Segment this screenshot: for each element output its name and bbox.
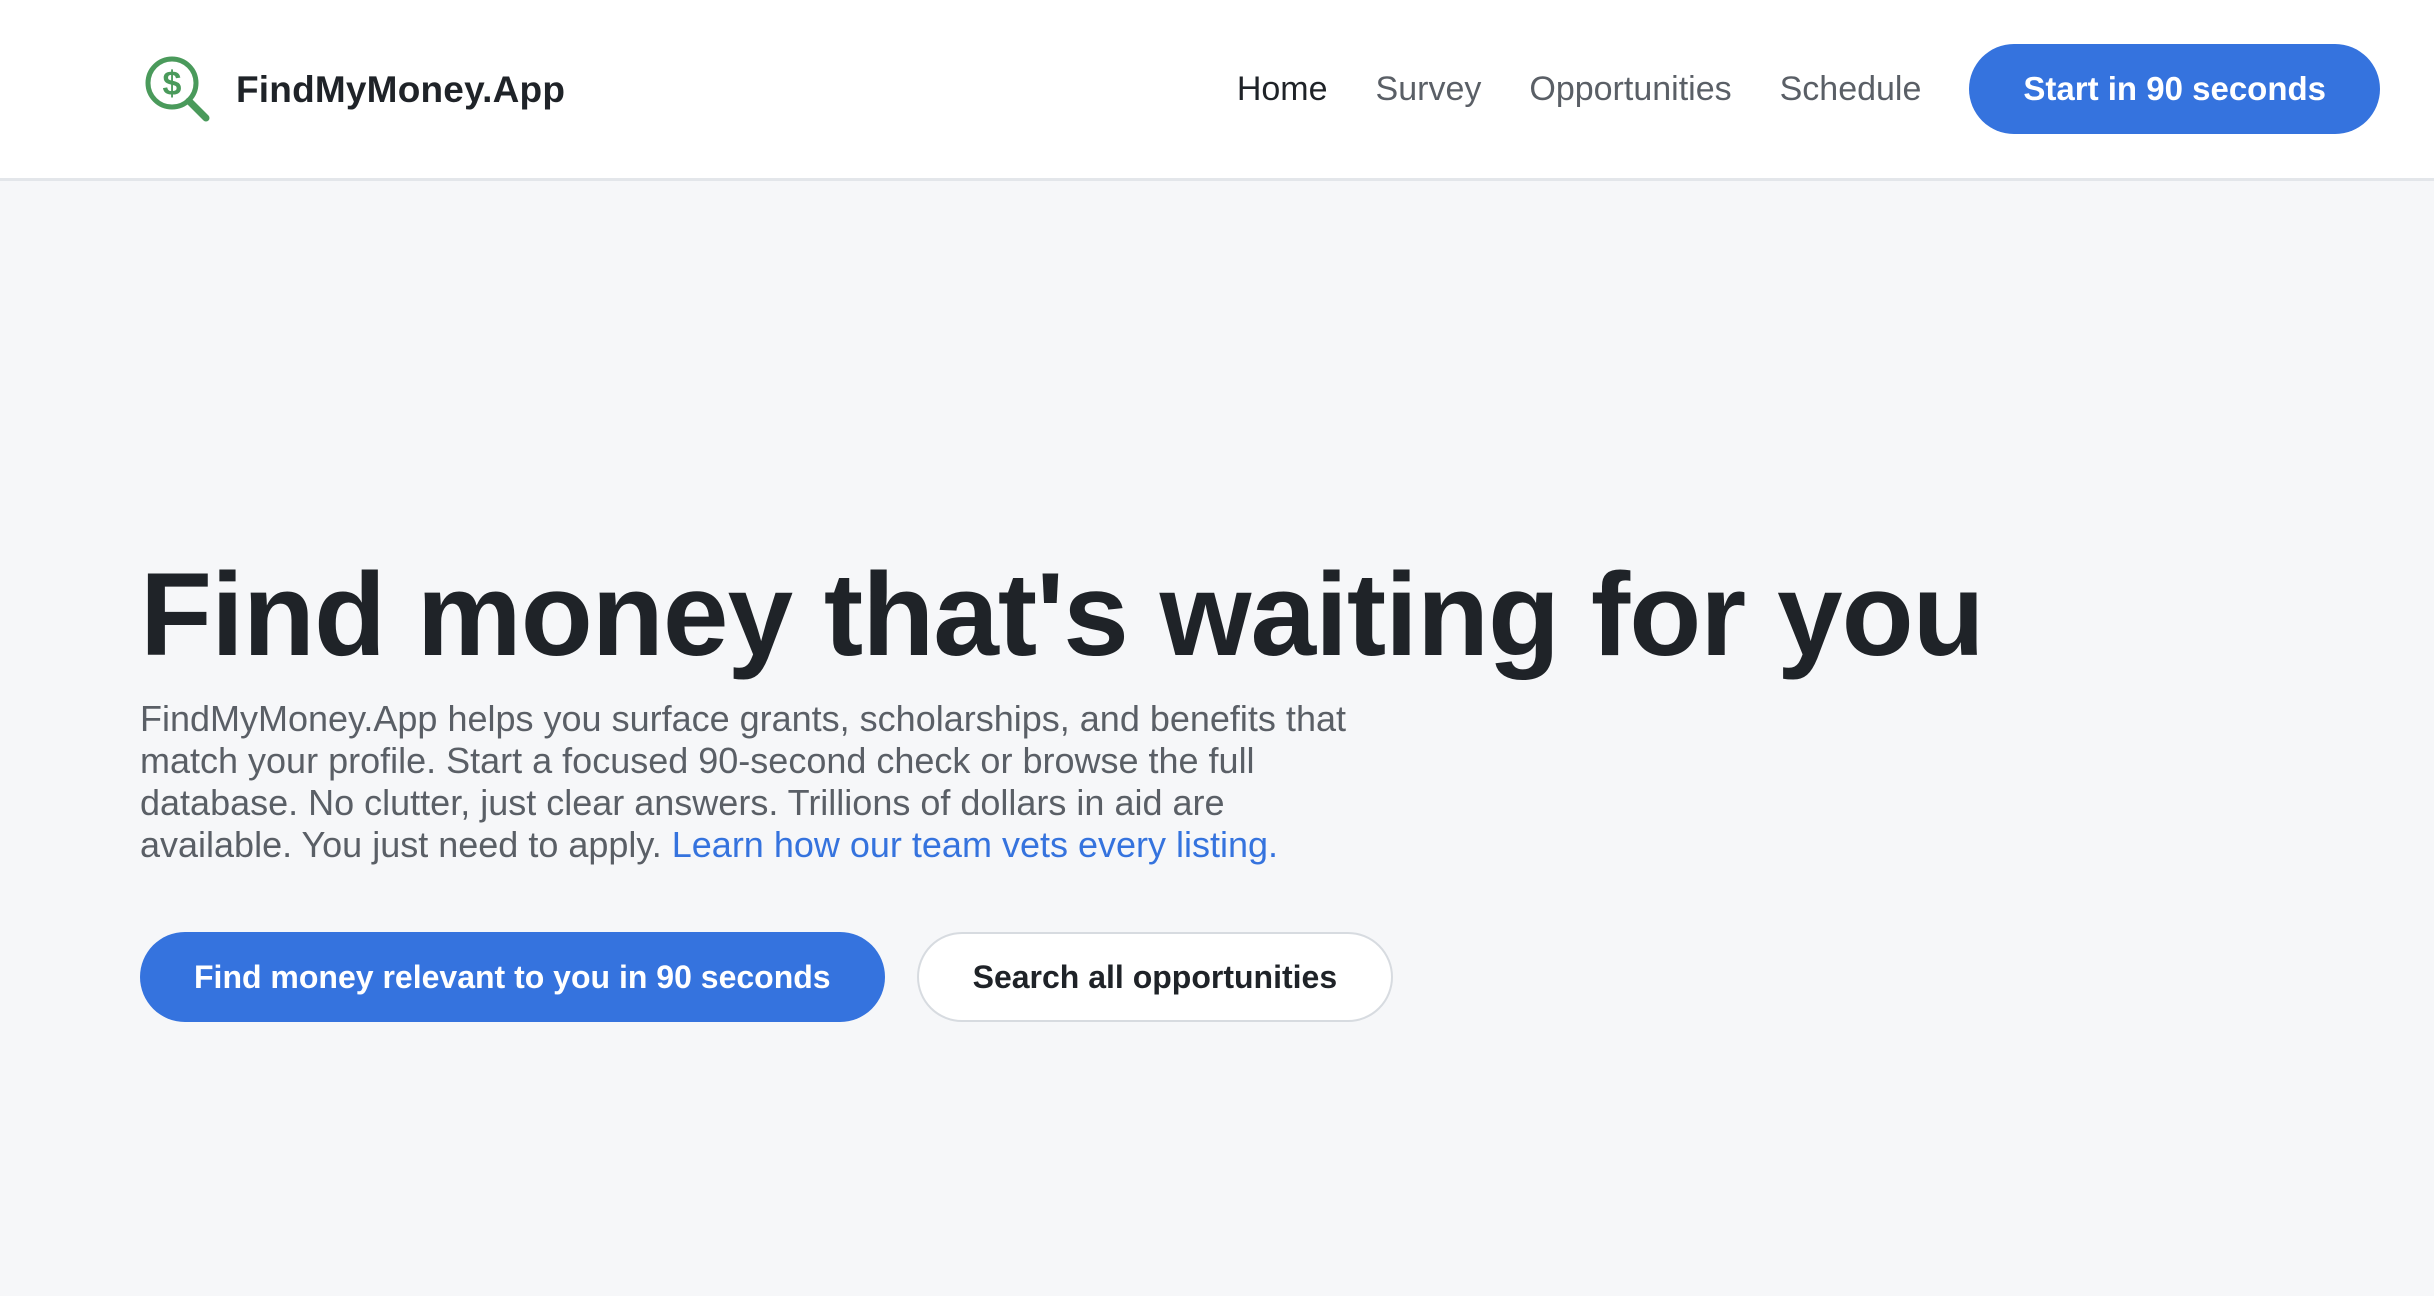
nav-opportunities[interactable]: Opportunities [1529,70,1731,109]
hero-title: Find money that's waiting for you [140,549,1985,681]
nav-schedule[interactable]: Schedule [1780,70,1922,109]
nav-survey[interactable]: Survey [1376,70,1482,109]
brand[interactable]: $ FindMyMoney.App [140,50,565,130]
main-nav: Home Survey Opportunities Schedule Start… [1237,44,2380,134]
search-opportunities-button[interactable]: Search all opportunities [916,932,1394,1022]
hero-actions: Find money relevant to you in 90 seconds… [140,932,2340,1022]
learn-more-link[interactable]: Learn how our team vets every listing. [672,824,1278,865]
dollar-search-icon: $ [145,56,210,122]
hero-description: FindMyMoney.App helps you surface grants… [140,698,1350,866]
find-money-button[interactable]: Find money relevant to you in 90 seconds [140,932,885,1022]
site-header: $ FindMyMoney.App Home Survey Opportunit… [0,0,2434,181]
hero-section: Find money that's waiting for you FindMy… [140,540,2340,1022]
start-cta-button[interactable]: Start in 90 seconds [1969,44,2380,134]
brand-name: FindMyMoney.App [236,69,566,110]
nav-home[interactable]: Home [1237,70,1328,109]
svg-text:$: $ [163,65,182,103]
